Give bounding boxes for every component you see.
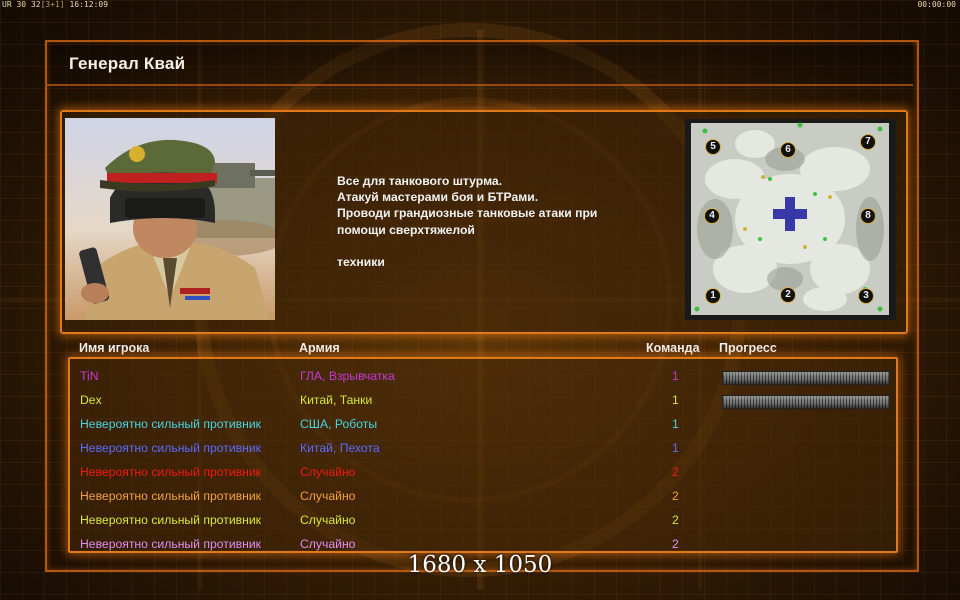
start-position-marker: 4: [704, 208, 720, 224]
player-row: Невероятно сильный противник США, Роботы 1: [70, 411, 896, 435]
start-position-marker: 2: [780, 287, 796, 303]
player-name: Невероятно сильный противник: [80, 489, 261, 503]
player-army: США, Роботы: [300, 417, 378, 431]
player-army: Случайно: [300, 465, 356, 479]
resolution-overlay: 1680 x 1050: [407, 552, 553, 578]
header-army: Армия: [299, 341, 340, 355]
start-position-marker: 6: [780, 142, 796, 158]
header-team: Команда: [646, 341, 700, 355]
player-row: Невероятно сильный противник Случайно 2: [70, 507, 896, 531]
player-team: 2: [672, 513, 679, 527]
player-name: Невероятно сильный противник: [80, 513, 261, 527]
start-position-marker: 8: [860, 208, 876, 224]
player-army: ГЛА, Взрывчатка: [300, 369, 395, 383]
header-player-name: Имя игрока: [79, 341, 150, 355]
start-position-marker: 3: [858, 288, 874, 304]
hud-value-b: 32: [30, 0, 41, 9]
player-name: Dex: [80, 393, 102, 407]
hud-left-info: UR 30 32[3+1] 16:12:09: [2, 0, 108, 9]
start-position-marker: 7: [860, 134, 876, 150]
player-team: 1: [672, 393, 679, 407]
hud-prefix: UR: [2, 0, 12, 9]
player-row: Dex Китай, Танки 1: [70, 387, 896, 411]
hud-timer: 00:00:00: [917, 0, 956, 9]
players-table: TiN ГЛА, Взрывчатка 1 Dex Китай, Танки 1 Невер…: [68, 357, 898, 553]
player-army: Случайно: [300, 489, 356, 503]
player-row: Невероятно сильный противник Случайно 2: [70, 483, 896, 507]
player-row: TiN ГЛА, Взрывчатка 1: [70, 363, 896, 387]
header-progress: Прогресс: [719, 341, 777, 355]
player-team: 2: [672, 465, 679, 479]
hud-clock: 16:12:09: [69, 0, 109, 9]
player-army: Случайно: [300, 513, 356, 527]
player-army: Случайно: [300, 537, 356, 551]
start-position-marker: 1: [705, 288, 721, 304]
hud-value-a: 30: [16, 0, 27, 9]
general-title: Генерал Квай: [69, 54, 186, 73]
progress-bar: [722, 371, 890, 385]
player-name: TiN: [80, 369, 99, 383]
general-description: Все для танкового штурма. Атакуй мастера…: [337, 174, 598, 270]
player-team: 2: [672, 537, 679, 551]
player-name: Невероятно сильный противник: [80, 441, 261, 455]
player-army: Китай, Пехота: [300, 441, 380, 455]
hud-strip: UR 30 32[3+1] 16:12:09 00:00:00: [0, 0, 960, 10]
player-row: Невероятно сильный противник Китай, Пехот…: [70, 435, 896, 459]
player-name: Невероятно сильный противник: [80, 537, 261, 551]
minimap[interactable]: 1 2 3 4 5 6 7 8: [685, 119, 896, 320]
progress-bar: [722, 395, 890, 409]
player-row: Невероятно сильный противник Случайно 2: [70, 459, 896, 483]
player-name: Невероятно сильный противник: [80, 417, 261, 431]
start-position-marker: 5: [705, 139, 721, 155]
player-team: 1: [672, 417, 679, 431]
player-team: 1: [672, 369, 679, 383]
hud-value-c: [3+1]: [40, 0, 65, 9]
player-team: 2: [672, 489, 679, 503]
general-portrait: [65, 118, 275, 320]
player-team: 1: [672, 441, 679, 455]
player-name: Невероятно сильный противник: [80, 465, 261, 479]
player-army: Китай, Танки: [300, 393, 373, 407]
